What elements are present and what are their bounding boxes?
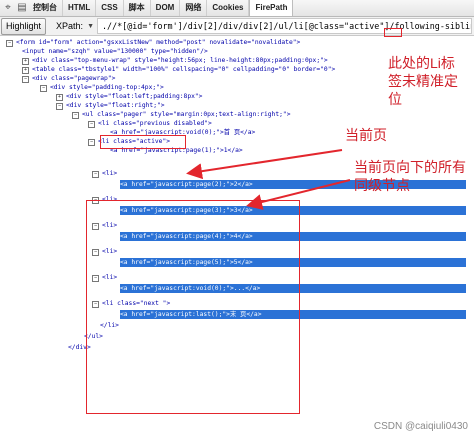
siblings-arrow [246,179,351,210]
siblings-annotation: 当前页向下的所有同级节点 [354,159,466,193]
li-note-annotation: 此处的Li标签未精准定位 [388,55,458,107]
current-page-arrow [186,149,343,180]
watermark: CSDN @caiqiuli0430 [373,421,468,432]
current-page-annotation: 当前页 [345,127,387,143]
